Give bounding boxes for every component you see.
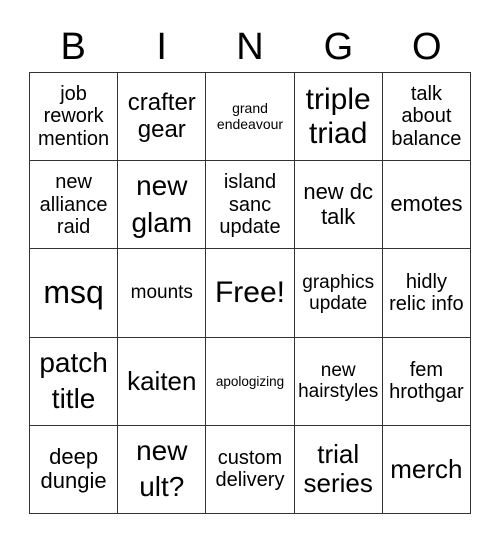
- bingo-cell[interactable]: fem hrothgar: [382, 337, 471, 426]
- bingo-cell[interactable]: new glam: [118, 161, 207, 250]
- bingo-cell[interactable]: trial series: [294, 425, 383, 514]
- bingo-cell[interactable]: hidly relic info: [382, 249, 471, 338]
- bingo-cell[interactable]: emotes: [382, 161, 471, 250]
- bingo-header: B I N G O: [29, 22, 471, 72]
- bingo-cell[interactable]: new ult?: [118, 425, 207, 514]
- bingo-cell[interactable]: island sanc update: [206, 161, 295, 250]
- bingo-cell[interactable]: talk about balance: [382, 73, 471, 162]
- header-letter-n: N: [236, 26, 264, 68]
- bingo-cell[interactable]: patch title: [30, 337, 119, 426]
- bingo-cell[interactable]: new alliance raid: [30, 161, 119, 250]
- header-letter-b: B: [60, 26, 86, 68]
- header-letter-i: I: [156, 26, 167, 68]
- bingo-cell[interactable]: deep dungie: [30, 425, 119, 514]
- bingo-cell[interactable]: merch: [382, 425, 471, 514]
- bingo-cell[interactable]: kaiten: [118, 337, 207, 426]
- bingo-cell[interactable]: custom delivery: [206, 425, 295, 514]
- bingo-cell[interactable]: grand endeavour: [206, 73, 295, 162]
- bingo-cell[interactable]: mounts: [118, 249, 207, 338]
- header-letter-g: G: [323, 26, 354, 68]
- bingo-cell[interactable]: apologizing: [206, 337, 295, 426]
- bingo-cell[interactable]: crafter gear: [118, 73, 207, 162]
- bingo-cell[interactable]: new dc talk: [294, 161, 383, 250]
- header-letter-o: O: [412, 26, 442, 68]
- bingo-cell[interactable]: triple triad: [294, 73, 383, 162]
- bingo-cell[interactable]: msq: [30, 249, 119, 338]
- bingo-card: job rework mention crafter gear grand en…: [29, 72, 471, 514]
- bingo-cell[interactable]: graphics update: [294, 249, 383, 338]
- bingo-cell[interactable]: new hairstyles: [294, 337, 383, 426]
- bingo-cell[interactable]: job rework mention: [30, 73, 119, 162]
- free-space[interactable]: Free!: [206, 249, 295, 338]
